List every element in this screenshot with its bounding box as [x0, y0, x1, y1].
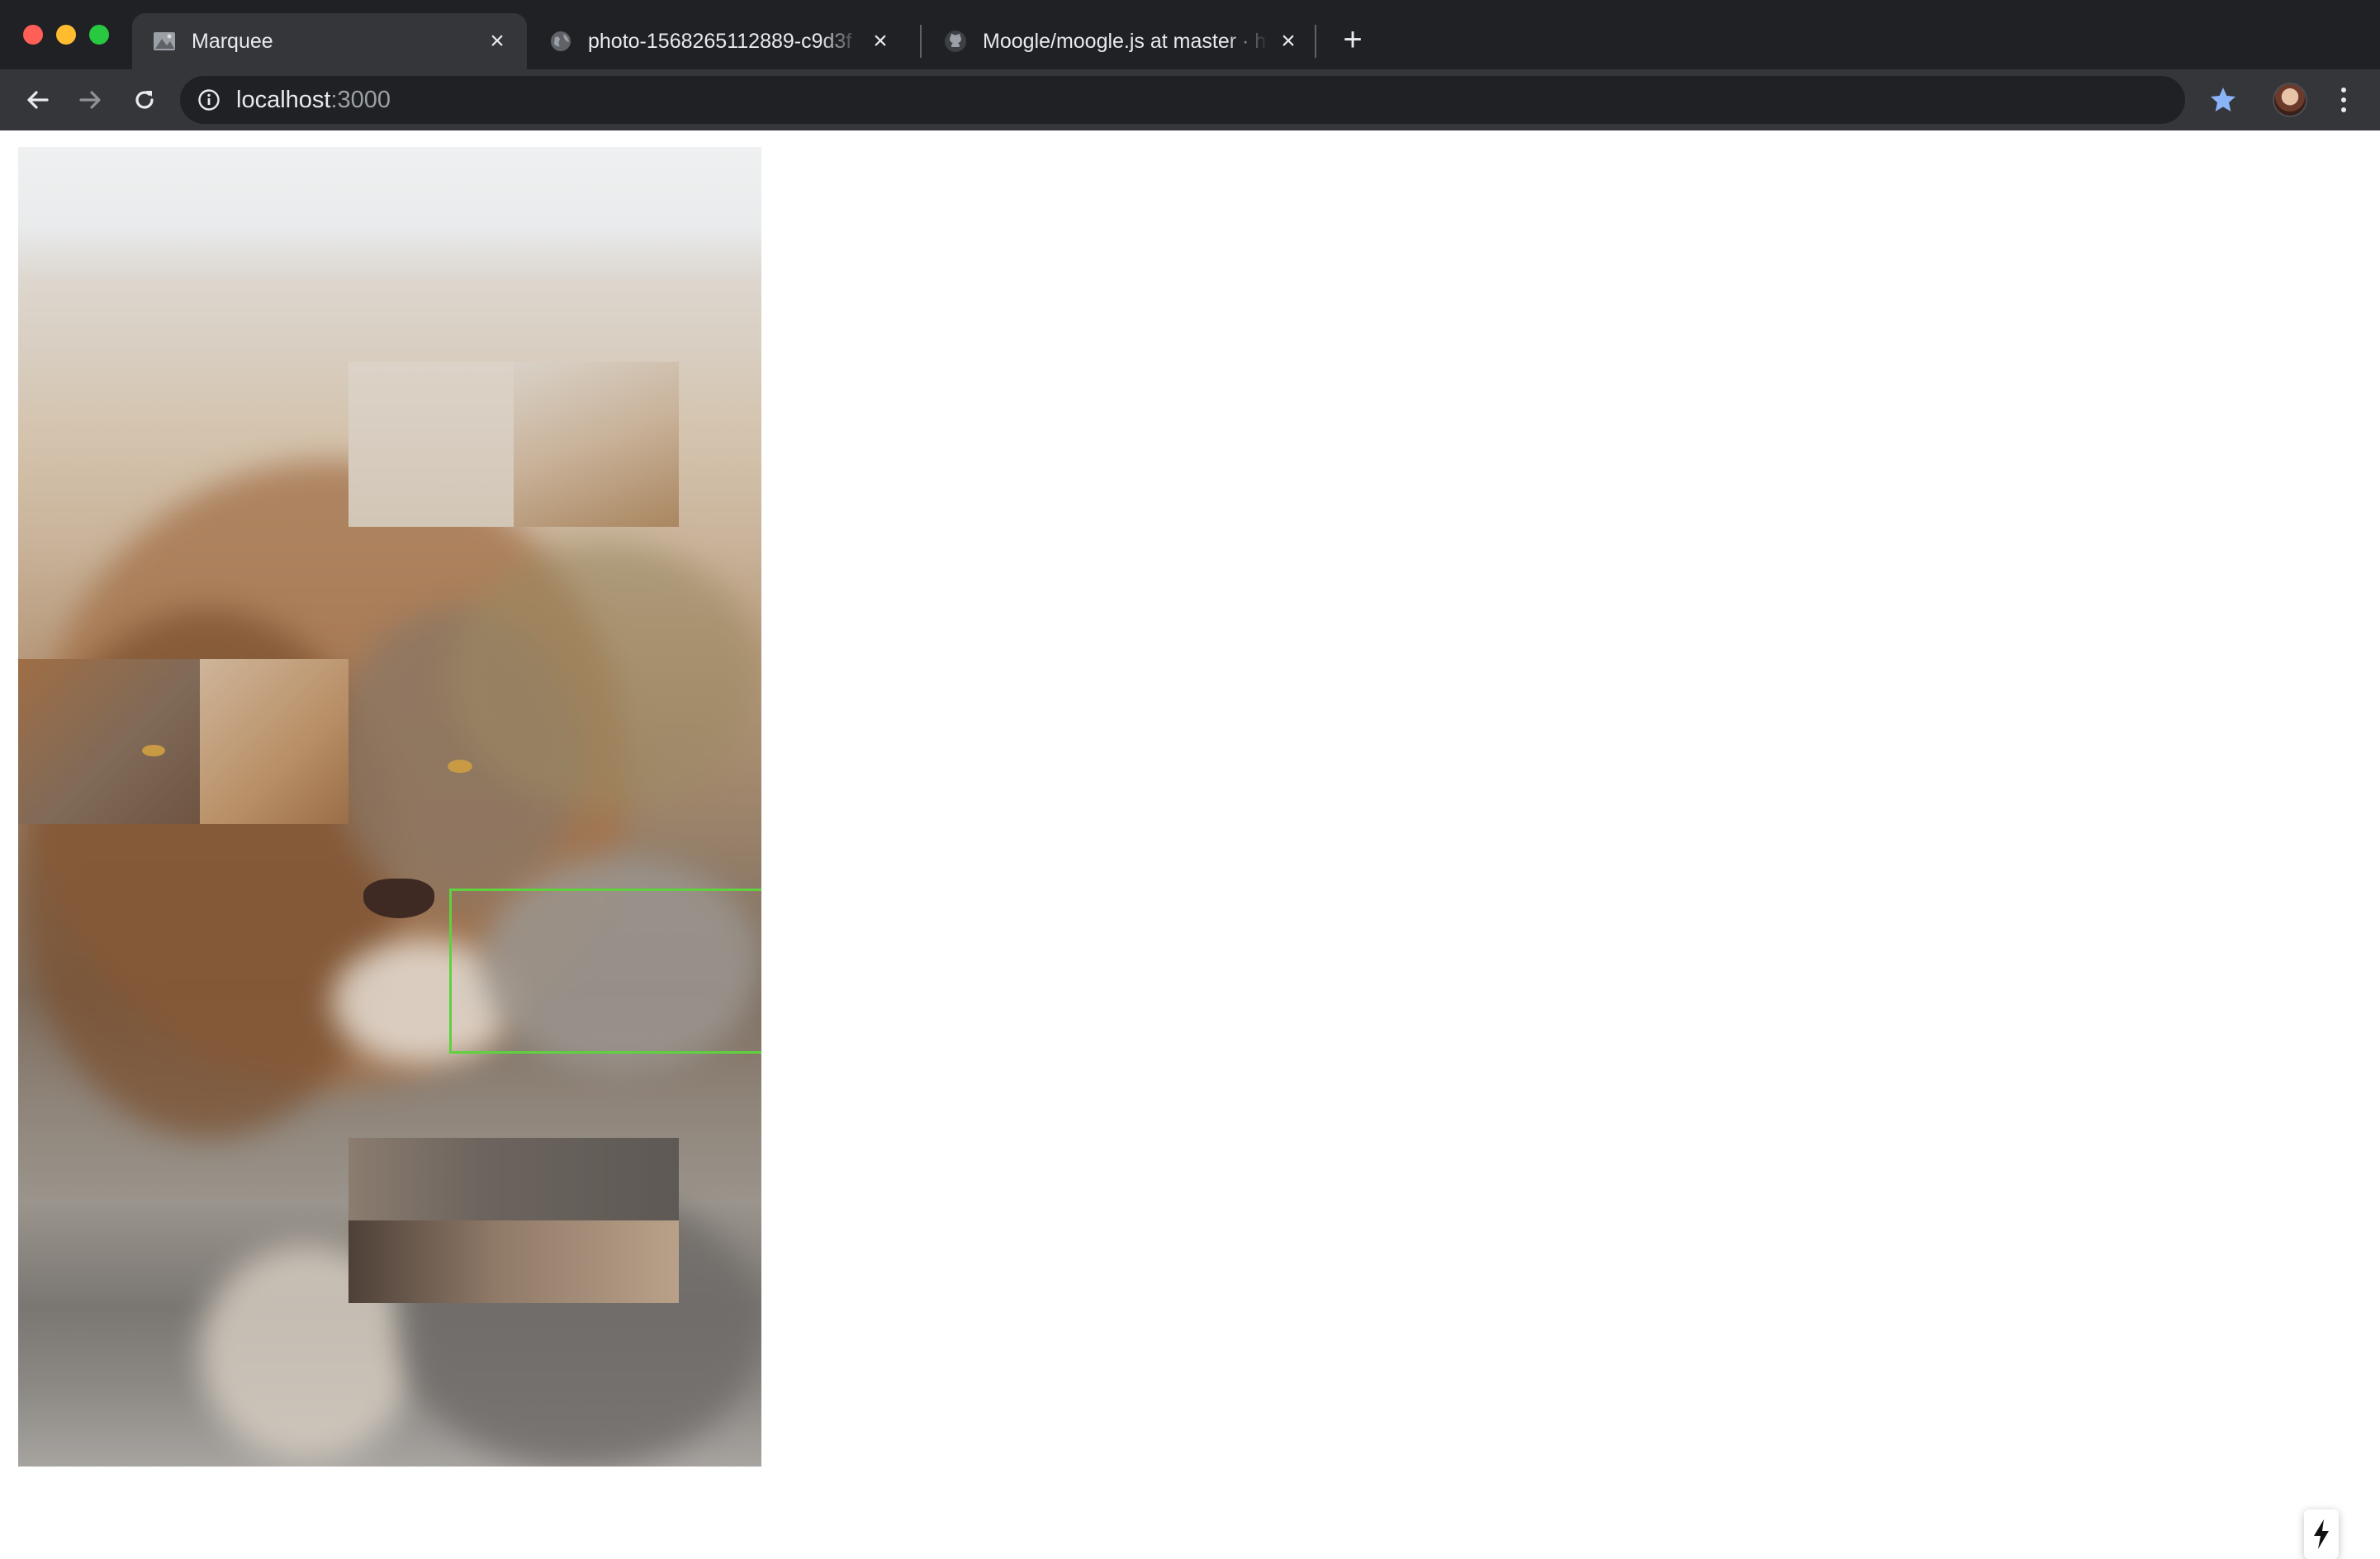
tab-photo[interactable]: photo-1568265112889-c9d3f ×	[529, 13, 910, 69]
zoom-window-button[interactable]	[89, 25, 109, 45]
tab-strip: Marquee × photo-1568265112889-c9d3f × Mo…	[0, 0, 2380, 69]
puzzle-tile[interactable]	[348, 1220, 679, 1303]
url-port: :3000	[330, 86, 391, 113]
page-viewport	[0, 130, 2380, 1559]
bookmark-star-icon[interactable]	[2207, 83, 2240, 116]
puzzle-tile[interactable]	[348, 362, 514, 527]
puzzle-tile[interactable]	[18, 659, 200, 824]
close-icon[interactable]: ×	[486, 29, 509, 54]
image-icon	[152, 29, 177, 54]
github-icon	[943, 29, 968, 54]
tab-marquee[interactable]: Marquee ×	[132, 13, 527, 69]
url-host: localhost	[236, 86, 331, 113]
avatar[interactable]	[2273, 83, 2307, 117]
minimize-window-button[interactable]	[56, 25, 76, 45]
tab-github[interactable]: Moogle/moogle.js at master · h ×	[923, 13, 1318, 69]
back-button[interactable]	[20, 83, 55, 117]
arrow-left-icon	[27, 91, 49, 109]
tab-separator	[1315, 25, 1316, 58]
lion-photo[interactable]	[18, 147, 761, 1467]
marquee-selection[interactable]	[449, 888, 761, 1054]
close-icon[interactable]: ×	[1277, 29, 1300, 54]
grass-shape	[448, 543, 761, 808]
eye-shape	[448, 760, 472, 773]
info-icon[interactable]	[197, 88, 221, 112]
arrow-right-icon	[79, 91, 101, 109]
close-icon[interactable]: ×	[869, 29, 892, 54]
tab-title: photo-1568265112889-c9d3f	[588, 29, 852, 53]
puzzle-tile[interactable]	[200, 659, 348, 824]
tab-separator	[920, 25, 922, 58]
close-window-button[interactable]	[23, 25, 43, 45]
address-bar[interactable]: localhost:3000	[180, 76, 2185, 124]
globe-icon	[548, 29, 573, 54]
lightning-icon[interactable]	[2304, 1509, 2339, 1559]
reload-icon	[135, 91, 154, 109]
more-options-icon[interactable]	[2327, 83, 2360, 117]
toolbar: localhost:3000	[0, 69, 2380, 130]
nose-shape	[363, 879, 434, 918]
reload-button[interactable]	[127, 83, 162, 117]
puzzle-tile[interactable]	[348, 1138, 679, 1220]
puzzle-tile[interactable]	[514, 362, 679, 527]
tab-title: Moogle/moogle.js at master · h	[983, 29, 1267, 53]
new-tab-button[interactable]: +	[1336, 23, 1369, 56]
browser-chrome: Marquee × photo-1568265112889-c9d3f × Mo…	[0, 0, 2380, 130]
tab-title: Marquee	[192, 29, 273, 53]
forward-button[interactable]	[73, 83, 108, 117]
eye-shape	[142, 745, 165, 756]
